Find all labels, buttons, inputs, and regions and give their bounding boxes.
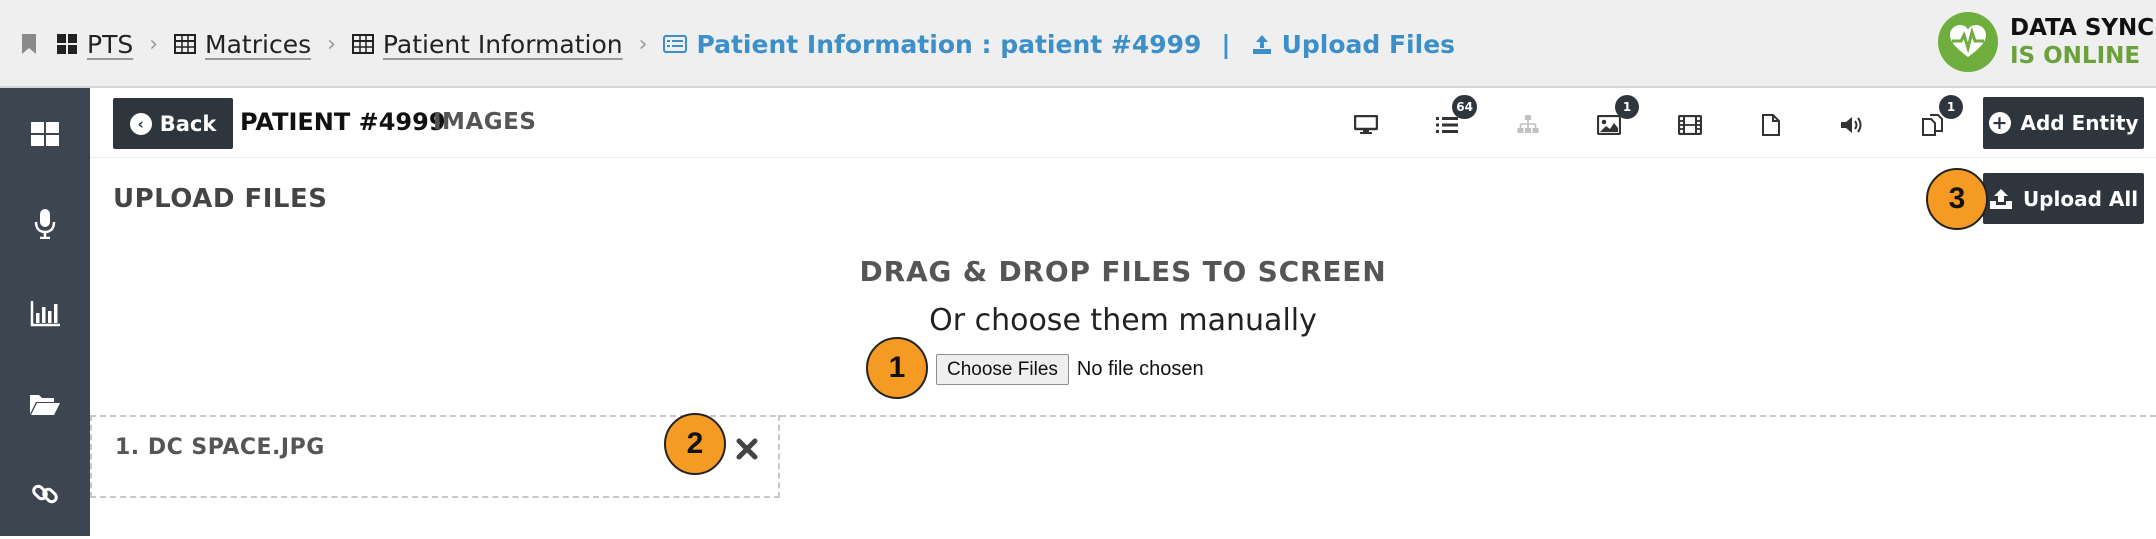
images-count-badge: 1 — [1615, 95, 1639, 119]
back-label: Back — [159, 111, 217, 136]
desktop-icon — [1354, 115, 1378, 134]
sidebar-item-microphone[interactable] — [0, 179, 90, 269]
remove-file-button[interactable] — [732, 433, 762, 465]
breadcrumb-upload-files: Upload Files — [1251, 30, 1455, 59]
main-content: ‹ Back PATIENT #4999 IMAGES 64 1 1 + Add… — [90, 88, 2156, 536]
grid-icon — [31, 122, 59, 146]
image-icon — [1597, 115, 1621, 135]
section-label: IMAGES — [433, 109, 537, 135]
table-icon — [174, 34, 197, 54]
tool-desktop[interactable] — [1346, 108, 1386, 142]
chevron-right-icon: › — [638, 31, 648, 57]
tool-images[interactable]: 1 — [1589, 95, 1639, 142]
volume-icon — [1841, 117, 1862, 133]
chevron-right-icon: › — [327, 31, 336, 57]
drag-drop-title: DRAG & DROP FILES TO SCREEN — [859, 255, 1387, 288]
table-icon — [351, 34, 374, 54]
sidebar-item-charts[interactable] — [0, 269, 90, 359]
upload-all-button[interactable]: Upload All — [1983, 173, 2144, 224]
callout-badge-2: 2 — [664, 413, 726, 475]
file-name: 1. DC SPACE.JPG — [115, 435, 325, 460]
link-icon — [32, 484, 58, 504]
file-input: Choose Files No file chosen — [936, 354, 1204, 385]
sitemap-icon — [1517, 115, 1539, 133]
list-alt-icon — [663, 35, 688, 53]
upload-all-label: Upload All — [2022, 186, 2139, 211]
sidebar — [0, 88, 90, 536]
choose-manually-text: Or choose them manually — [929, 303, 1317, 338]
breadcrumb-item-patient-information[interactable]: Patient Information — [351, 29, 623, 59]
file-icon — [1762, 114, 1780, 136]
callout-badge-1: 1 — [866, 337, 928, 399]
sidebar-item-links[interactable] — [0, 449, 90, 539]
breadcrumb-label: Patient Information — [382, 29, 623, 59]
copy-count-badge: 1 — [1939, 95, 1963, 119]
list-count-badge: 64 — [1452, 95, 1477, 119]
tool-file[interactable] — [1751, 108, 1791, 142]
entity-toolbar: ‹ Back PATIENT #4999 IMAGES 64 1 1 + Add… — [90, 88, 2156, 158]
sync-status-line1: DATA SYNC — [2010, 15, 2155, 41]
chevron-right-icon: › — [149, 31, 159, 57]
upload-icon — [1252, 35, 1271, 54]
patient-title: PATIENT #4999 — [240, 108, 446, 136]
microphone-icon — [34, 209, 56, 239]
add-entity-label: Add Entity — [2020, 111, 2139, 135]
add-entity-button[interactable]: + Add Entity — [1983, 97, 2144, 149]
sidebar-item-dashboard[interactable] — [0, 89, 90, 179]
tool-audio[interactable] — [1832, 108, 1872, 142]
choose-files-button[interactable]: Choose Files — [936, 354, 1069, 385]
bookmark-icon[interactable] — [20, 33, 38, 55]
no-file-chosen-text: No file chosen — [1076, 358, 1204, 380]
heartbeat-icon — [1938, 12, 1998, 72]
breadcrumb-upload-label: Upload Files — [1281, 29, 1456, 59]
chevron-left-icon: ‹ — [129, 112, 152, 135]
tool-list[interactable]: 64 — [1427, 95, 1477, 142]
data-sync-status: DATA SYNC IS ONLINE — [1938, 12, 2154, 72]
bar-chart-icon — [30, 301, 60, 327]
tool-sitemap — [1508, 108, 1548, 142]
callout-badge-3: 3 — [1926, 168, 1988, 230]
breadcrumb-current-label: Patient Information : patient #4999 — [696, 29, 1202, 59]
tool-film[interactable] — [1670, 108, 1710, 142]
sidebar-item-folders[interactable] — [0, 359, 90, 449]
breadcrumb-separator: | — [1221, 29, 1231, 59]
close-icon — [736, 438, 758, 460]
film-icon — [1678, 115, 1702, 135]
folder-open-icon — [30, 395, 60, 415]
breadcrumb-item-pts[interactable]: PTS — [56, 30, 133, 59]
breadcrumb-label: Matrices — [205, 29, 312, 59]
sync-status-line2: IS ONLINE — [2010, 43, 2141, 69]
breadcrumb: PTS › Matrices › Patient Information › P… — [56, 24, 1455, 64]
upload-files-heading: UPLOAD FILES — [113, 184, 328, 214]
breadcrumb-item-matrices[interactable]: Matrices — [174, 30, 311, 59]
tool-copy[interactable]: 1 — [1913, 95, 1963, 142]
back-button[interactable]: ‹ Back — [113, 98, 233, 149]
upload-icon — [1989, 188, 2012, 209]
breadcrumb-current: Patient Information : patient #4999 — [663, 30, 1201, 59]
breadcrumb-label: PTS — [87, 29, 134, 59]
plus-circle-icon: + — [1988, 112, 2011, 134]
list-icon — [1436, 117, 1458, 133]
copy-icon — [1922, 114, 1943, 136]
top-bar: PTS › Matrices › Patient Information › P… — [0, 0, 2156, 88]
grid-icon — [57, 34, 77, 54]
